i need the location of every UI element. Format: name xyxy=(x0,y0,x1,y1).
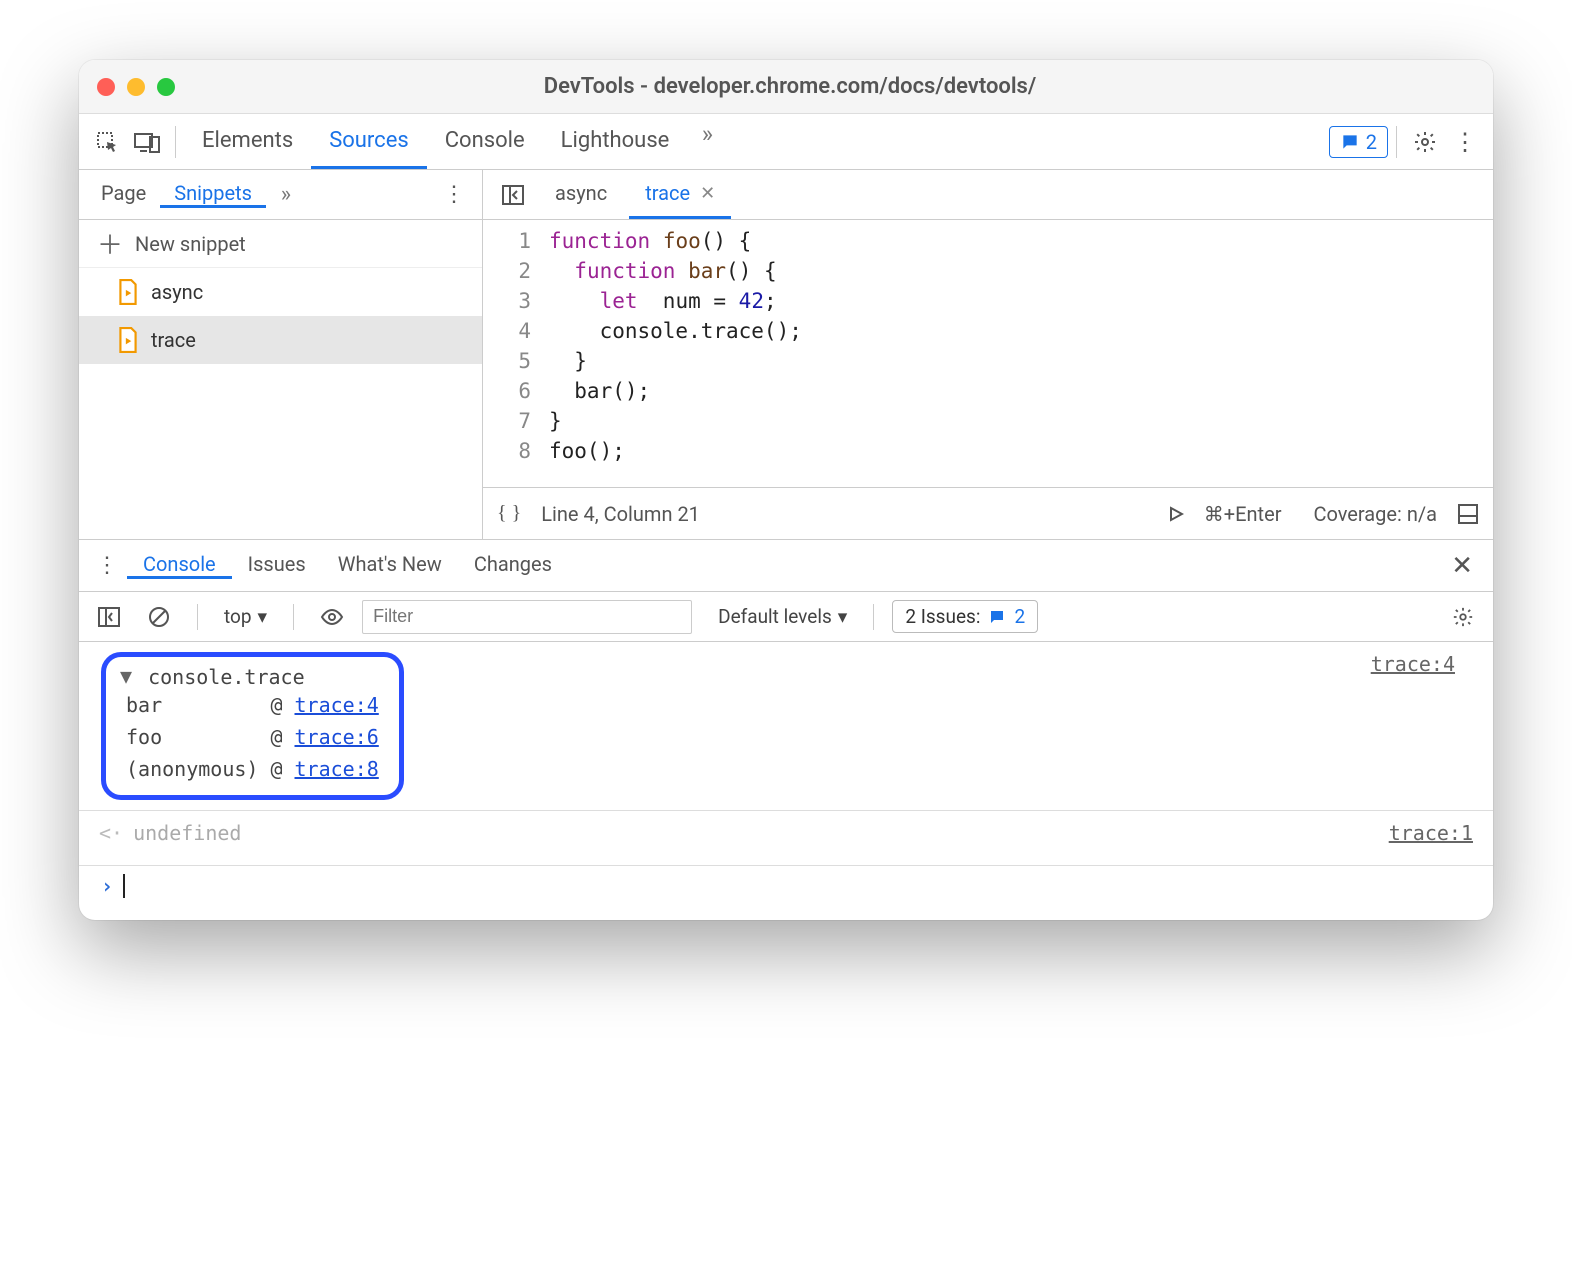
stack-frame-link[interactable]: trace:6 xyxy=(295,725,379,749)
zoom-window-button[interactable] xyxy=(157,78,175,96)
sidebar-tab-page[interactable]: Page xyxy=(87,181,160,208)
chevron-down-icon: ▾ xyxy=(258,605,268,628)
kebab-menu-icon[interactable]: ⋮ xyxy=(1445,122,1485,162)
cursor-position: Line 4, Column 21 xyxy=(541,502,700,526)
devtools-window: DevTools - developer.chrome.com/docs/dev… xyxy=(79,60,1493,920)
console-toolbar: top ▾ Default levels ▾ 2 Issues: 2 xyxy=(79,592,1493,642)
stack-frame-fn: foo xyxy=(120,721,264,753)
plus-icon: ＋ xyxy=(97,225,123,262)
chevron-down-icon: ▾ xyxy=(838,605,848,628)
drawer-tab-changes[interactable]: Changes xyxy=(458,552,568,579)
drawer-tab-console[interactable]: Console xyxy=(127,552,232,579)
log-levels-selector[interactable]: Default levels ▾ xyxy=(710,605,855,628)
stack-frame-link[interactable]: trace:8 xyxy=(295,757,379,781)
stack-frame-fn: bar xyxy=(120,689,264,721)
stack-frame-row: bar @ trace:4 xyxy=(120,689,385,721)
clear-console-icon[interactable] xyxy=(139,597,179,637)
window-title: DevTools - developer.chrome.com/docs/dev… xyxy=(175,74,1405,99)
stack-frame-fn: (anonymous) xyxy=(120,753,264,785)
new-snippet-button[interactable]: ＋ New snippet xyxy=(79,220,482,268)
show-ignore-list-icon[interactable] xyxy=(1457,503,1479,525)
return-arrow-icon: <· xyxy=(99,821,123,845)
code-view[interactable]: 12345678 function foo() { function bar()… xyxy=(483,220,1493,487)
run-shortcut: ⌘+Enter xyxy=(1204,502,1282,526)
prompt-chevron-icon: › xyxy=(101,874,113,898)
return-value: undefined xyxy=(133,821,241,845)
stack-frame-row: (anonymous) @ trace:8 xyxy=(120,753,385,785)
editor-tab-trace[interactable]: trace ✕ xyxy=(629,170,731,219)
titlebar: DevTools - developer.chrome.com/docs/dev… xyxy=(79,60,1493,114)
trace-label: console.trace xyxy=(148,665,305,689)
snippet-file-trace[interactable]: trace xyxy=(79,316,482,364)
issues-badge[interactable]: 2 xyxy=(1329,126,1388,158)
editor-tab-async[interactable]: async xyxy=(539,170,623,219)
editor-statusbar: { } Line 4, Column 21 ⌘+Enter Coverage: … xyxy=(483,487,1493,539)
drawer-tab-issues[interactable]: Issues xyxy=(232,552,322,579)
sidebar-kebab-icon[interactable]: ⋮ xyxy=(434,175,474,215)
toggle-navigator-icon[interactable] xyxy=(493,175,533,215)
toggle-console-sidebar-icon[interactable] xyxy=(89,597,129,637)
device-toggle-icon[interactable] xyxy=(127,122,167,162)
drawer-tab-whatsnew[interactable]: What's New xyxy=(322,552,458,579)
live-expression-icon[interactable] xyxy=(312,597,352,637)
code-editor: async trace ✕ 12345678 function foo() { … xyxy=(483,170,1493,539)
inspect-element-icon[interactable] xyxy=(87,122,127,162)
disclosure-triangle-icon[interactable]: ▼ xyxy=(120,664,132,688)
issues-button[interactable]: 2 Issues: 2 xyxy=(892,600,1038,633)
minimize-window-button[interactable] xyxy=(127,78,145,96)
console-settings-gear-icon[interactable] xyxy=(1443,597,1483,637)
run-snippet-icon[interactable] xyxy=(1168,506,1184,522)
tab-console[interactable]: Console xyxy=(427,114,543,169)
close-tab-icon[interactable]: ✕ xyxy=(700,183,715,204)
code-text[interactable]: function foo() { function bar() { let nu… xyxy=(549,226,1493,487)
source-reference-link[interactable]: trace:4 xyxy=(1371,652,1475,800)
stack-frame-row: foo @ trace:6 xyxy=(120,721,385,753)
main-tabs: Elements Sources Console Lighthouse » xyxy=(184,114,727,169)
console-input[interactable] xyxy=(123,874,125,898)
close-window-button[interactable] xyxy=(97,78,115,96)
pretty-print-icon[interactable]: { } xyxy=(497,502,521,525)
main-toolbar: Elements Sources Console Lighthouse » 2 … xyxy=(79,114,1493,170)
context-selector[interactable]: top ▾ xyxy=(216,605,275,628)
close-drawer-icon[interactable]: ✕ xyxy=(1439,551,1485,581)
tab-sources[interactable]: Sources xyxy=(311,114,427,169)
tab-lighthouse[interactable]: Lighthouse xyxy=(543,114,688,169)
sidebar-tab-snippets[interactable]: Snippets xyxy=(160,181,266,208)
stack-trace-block: ▼ console.trace bar @ trace:4foo @ trace… xyxy=(101,652,404,800)
console-filter-input[interactable] xyxy=(362,600,692,634)
tab-elements[interactable]: Elements xyxy=(184,114,311,169)
more-tabs-icon[interactable]: » xyxy=(687,114,727,154)
window-controls xyxy=(97,78,175,96)
snippet-file-async[interactable]: async xyxy=(79,268,482,316)
stack-frame-link[interactable]: trace:4 xyxy=(295,693,379,717)
return-source-link[interactable]: trace:1 xyxy=(1389,821,1473,845)
line-gutter: 12345678 xyxy=(483,226,549,487)
more-sidebar-tabs-icon[interactable]: » xyxy=(266,175,306,215)
console-output: ▼ console.trace bar @ trace:4foo @ trace… xyxy=(79,642,1493,920)
issues-badge-count: 2 xyxy=(1366,130,1377,154)
settings-gear-icon[interactable] xyxy=(1405,122,1445,162)
stack-trace-table: bar @ trace:4foo @ trace:6(anonymous) @ … xyxy=(120,689,385,785)
drawer-tabs: ⋮ Console Issues What's New Changes ✕ xyxy=(79,540,1493,592)
navigator-sidebar: Page Snippets » ⋮ ＋ New snippet async tr… xyxy=(79,170,483,539)
coverage-status: Coverage: n/a xyxy=(1313,502,1437,526)
drawer-kebab-icon[interactable]: ⋮ xyxy=(87,546,127,586)
